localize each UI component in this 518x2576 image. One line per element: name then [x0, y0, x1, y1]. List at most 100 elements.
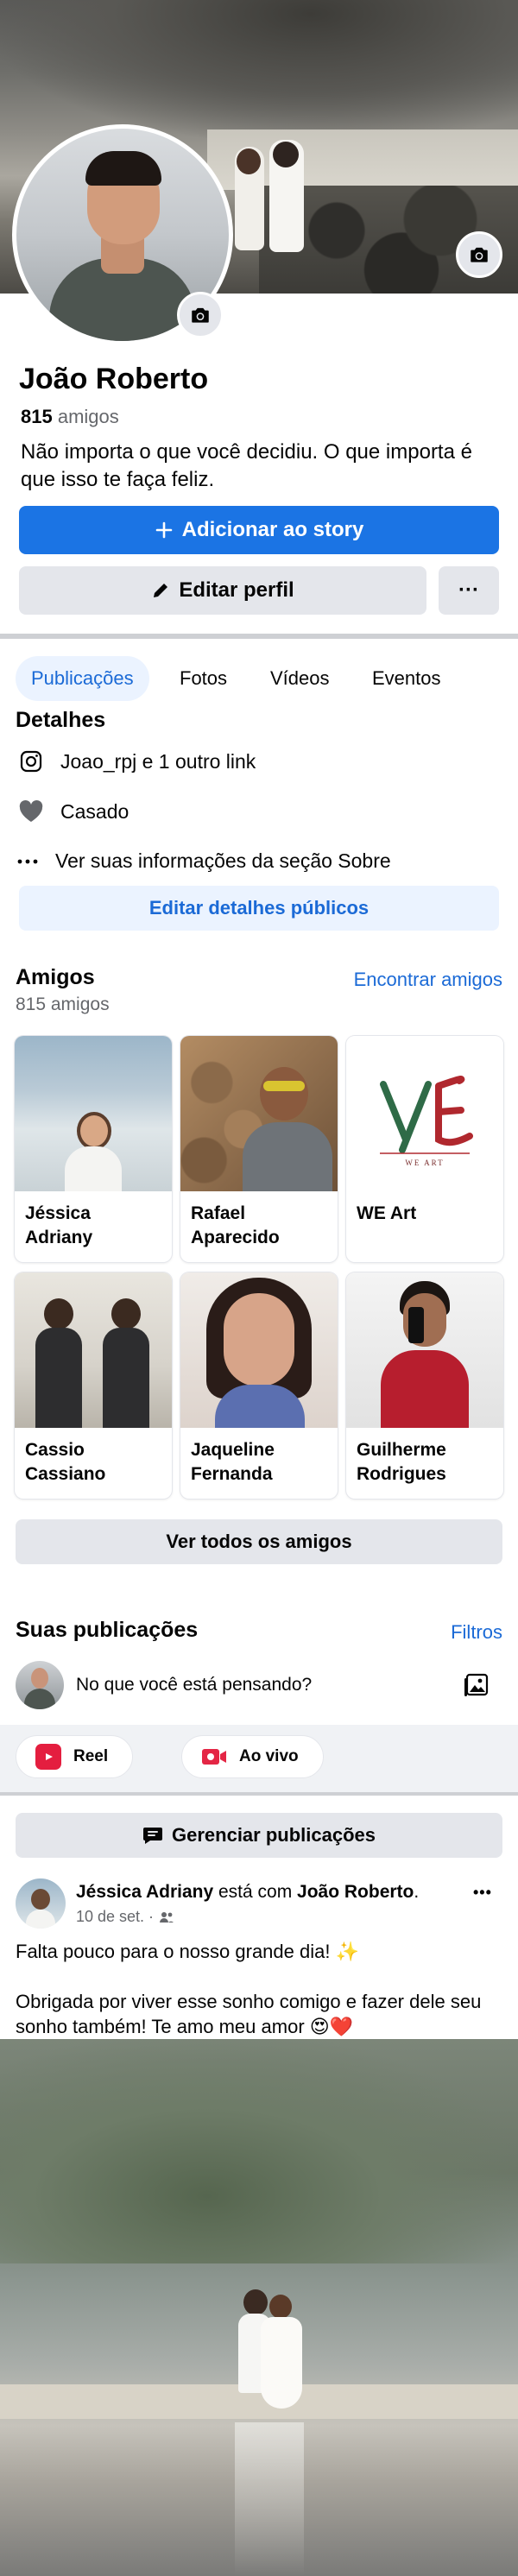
post-text-line-1: Falta pouco para o nosso grande dia! ✨ — [16, 1941, 359, 1962]
posts-title: Suas publicações — [16, 1618, 199, 1642]
about-info-row[interactable]: Ver suas informações da seção Sobre — [17, 849, 391, 873]
friends-count[interactable]: 815 amigos — [21, 406, 119, 428]
avatar-hair — [85, 151, 161, 186]
instagram-link-row[interactable]: Joao_rpj e 1 outro link — [17, 749, 256, 773]
more-options-button[interactable]: ··· — [439, 566, 499, 615]
friend-name-line1: WE Art — [357, 1203, 417, 1223]
post-photo-bride-head — [269, 2295, 292, 2319]
add-to-story-button[interactable]: Adicionar ao story — [19, 506, 499, 554]
friends-title: Amigos — [16, 965, 95, 989]
friend-name-line1: Cassio — [25, 1440, 85, 1460]
post-meta: 10 de set. · — [76, 1908, 174, 1926]
ellipsis-icon — [17, 859, 38, 863]
find-friends-link[interactable]: Encontrar amigos — [354, 969, 502, 991]
reel-button[interactable]: Reel — [16, 1735, 134, 1778]
post-text: Falta pouco para o nosso grande dia! ✨ O… — [16, 1939, 504, 2039]
friends-audience-icon — [160, 1911, 174, 1923]
friends-count-sub: 815 amigos — [16, 994, 110, 1014]
heart-icon — [19, 800, 43, 822]
friend-card[interactable]: Rafael Aparecido — [180, 1036, 338, 1262]
friend-name-line2: Cassiano — [25, 1464, 106, 1484]
relationship-text: Casado — [60, 799, 130, 823]
photo-upload-button[interactable] — [463, 1671, 490, 1703]
friend-card[interactable]: WE ART WE Art — [346, 1036, 503, 1262]
about-info-text: Ver suas informações da seção Sobre — [55, 849, 391, 872]
friend-photo — [180, 1272, 338, 1428]
live-button[interactable]: Ao vivo — [181, 1735, 324, 1778]
tab-videos[interactable]: Vídeos — [255, 656, 345, 701]
friends-count-number: 815 — [21, 406, 53, 427]
profile-name: João Roberto — [19, 363, 209, 395]
tab-fotos[interactable]: Fotos — [164, 656, 243, 701]
add-to-story-label: Adicionar ao story — [181, 518, 364, 541]
reel-label: Reel — [73, 1747, 109, 1765]
friend-photo — [15, 1272, 172, 1428]
reel-icon — [35, 1744, 61, 1770]
post-date: 10 de set. · — [76, 1908, 155, 1925]
edit-profile-button[interactable]: Editar perfil — [19, 566, 426, 615]
section-divider — [0, 1792, 518, 1796]
post-header-period: . — [414, 1882, 420, 1902]
post-photo[interactable] — [0, 2039, 518, 2576]
camera-icon — [471, 247, 488, 262]
post-text-line-2: Obrigada por viver esse sonho comigo e f… — [16, 1991, 482, 2037]
post-photo-reflection — [235, 2422, 304, 2576]
post-tagged-name[interactable]: João Roberto — [297, 1882, 414, 1902]
edit-profile-label: Editar perfil — [179, 578, 294, 602]
friend-photo — [346, 1272, 503, 1428]
filters-link[interactable]: Filtros — [451, 1621, 502, 1644]
friend-card[interactable]: Guilherme Rodrigues — [346, 1272, 503, 1499]
live-video-icon — [201, 1744, 227, 1770]
we-art-logo-mark — [380, 1076, 473, 1154]
cover-person-2-head — [273, 142, 299, 167]
instagram-link-text: Joao_rpj e 1 outro link — [60, 749, 256, 773]
plus-icon — [155, 521, 172, 539]
see-all-friends-button[interactable]: Ver todos os amigos — [16, 1519, 502, 1564]
friend-name-line2: Fernanda — [191, 1464, 273, 1484]
composer-avatar[interactable] — [16, 1661, 64, 1709]
post-author-name[interactable]: Jéssica Adriany — [76, 1882, 213, 1902]
tab-publicacoes[interactable]: Publicações — [16, 656, 149, 701]
pencil-icon — [154, 584, 168, 597]
manage-posts-label: Gerenciar publicações — [172, 1824, 376, 1846]
more-dots-icon: ··· — [458, 578, 479, 602]
friend-name-line1: Guilherme — [357, 1440, 446, 1460]
friend-photo — [180, 1036, 338, 1191]
friend-name-line1: Jéssica — [25, 1203, 91, 1223]
edit-cover-camera-button[interactable] — [456, 231, 502, 278]
post-header-text: Jéssica Adriany está com João Roberto. — [76, 1882, 419, 1903]
cover-background — [0, 0, 518, 138]
section-divider — [0, 634, 518, 639]
friend-name-line1: Jaqueline — [191, 1440, 275, 1460]
relationship-row: Casado — [17, 799, 129, 824]
manage-posts-button[interactable]: Gerenciar publicações — [16, 1813, 502, 1858]
message-lines-icon — [143, 1828, 162, 1844]
friend-name-line2: Adriany — [25, 1228, 93, 1247]
friend-photo — [15, 1036, 172, 1191]
friend-card[interactable]: Cassio Cassiano — [15, 1272, 172, 1499]
friend-card[interactable]: Jéssica Adriany — [15, 1036, 172, 1262]
camera-icon — [192, 307, 209, 323]
edit-public-details-button[interactable]: Editar detalhes públicos — [19, 886, 499, 931]
edit-avatar-camera-button[interactable] — [177, 292, 224, 338]
post-with-text: está com — [213, 1882, 298, 1902]
tab-eventos[interactable]: Eventos — [357, 656, 457, 701]
friend-photo: WE ART — [346, 1036, 503, 1191]
details-title: Detalhes — [16, 708, 106, 732]
live-label: Ao vivo — [239, 1747, 299, 1765]
cover-person-1-head — [237, 148, 261, 174]
we-art-logo-text: WE ART — [405, 1159, 445, 1167]
post-photo-groom-head — [243, 2289, 268, 2315]
post-author-avatar[interactable] — [16, 1878, 66, 1929]
post-photo-hills — [0, 2039, 518, 2263]
composer-input[interactable]: No que você está pensando? — [76, 1675, 312, 1695]
instagram-icon — [20, 750, 42, 773]
friends-count-label: amigos — [57, 406, 119, 427]
friend-card[interactable]: Jaqueline Fernanda — [180, 1272, 338, 1499]
profile-bio: Não importa o que você decidiu. O que im… — [21, 440, 472, 491]
friend-name-line2: Aparecido — [191, 1228, 280, 1247]
friend-name-line2: Rodrigues — [357, 1464, 446, 1484]
friend-name-line1: Rafael — [191, 1203, 246, 1223]
photo-icon — [464, 1673, 489, 1696]
post-more-options[interactable]: ••• — [473, 1884, 492, 1902]
